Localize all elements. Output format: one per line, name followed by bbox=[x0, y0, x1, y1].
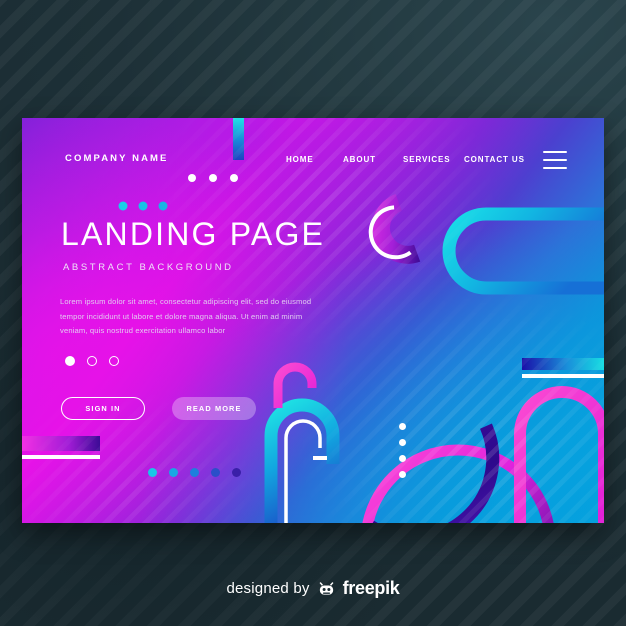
bottom-dot-4 bbox=[211, 468, 220, 477]
bottom-dot-1 bbox=[148, 468, 157, 477]
nav-item-contact-us[interactable]: CONTACT US bbox=[464, 155, 525, 164]
read-more-button[interactable]: READ MORE bbox=[172, 397, 256, 420]
credit-prefix-text: designed by bbox=[226, 580, 310, 597]
freepik-robot-icon bbox=[319, 582, 334, 595]
header-decor-dots bbox=[188, 174, 238, 182]
column-dot bbox=[399, 439, 406, 446]
bottom-dot-3 bbox=[190, 468, 199, 477]
vertical-decor-dots bbox=[399, 423, 406, 478]
hamburger-menu-icon[interactable] bbox=[543, 151, 567, 169]
hero-title: LANDING PAGE bbox=[61, 216, 326, 252]
credit-brand-text: freepik bbox=[342, 578, 400, 598]
carousel-dot-1[interactable] bbox=[65, 356, 75, 366]
landing-page-card: COMPANY NAME HOME ABOUT SERVICES CONTACT… bbox=[22, 118, 604, 523]
hamburger-line-3 bbox=[543, 167, 567, 169]
sign-in-button[interactable]: SIGN IN bbox=[61, 397, 145, 420]
carousel-dot-3[interactable] bbox=[109, 356, 119, 366]
header-dot bbox=[230, 174, 238, 182]
hamburger-line-1 bbox=[543, 151, 567, 153]
header-dot bbox=[209, 174, 217, 182]
bottom-dot-5 bbox=[232, 468, 241, 477]
bottom-decor-dots bbox=[148, 468, 241, 477]
column-dot bbox=[399, 423, 406, 430]
hero-paragraph: Lorem ipsum dolor sit amet, consectetur … bbox=[60, 297, 312, 336]
header-dot bbox=[188, 174, 196, 182]
bottom-dot-2 bbox=[169, 468, 178, 477]
column-dot bbox=[399, 471, 406, 478]
carousel-pagination-dots[interactable] bbox=[65, 356, 119, 366]
nav-item-services[interactable]: SERVICES bbox=[403, 155, 451, 164]
hamburger-line-2 bbox=[543, 159, 567, 161]
carousel-dot-2[interactable] bbox=[87, 356, 97, 366]
screenshot-root: COMPANY NAME HOME ABOUT SERVICES CONTACT… bbox=[0, 0, 626, 626]
freepik-credit: designed by freepik bbox=[0, 578, 626, 599]
nav-item-home[interactable]: HOME bbox=[286, 155, 314, 164]
main-navigation: HOME ABOUT SERVICES CONTACT US bbox=[22, 155, 604, 169]
hero-subtitle: ABSTRACT BACKGROUND bbox=[63, 262, 234, 273]
nav-item-about[interactable]: ABOUT bbox=[343, 155, 376, 164]
column-dot bbox=[399, 455, 406, 462]
